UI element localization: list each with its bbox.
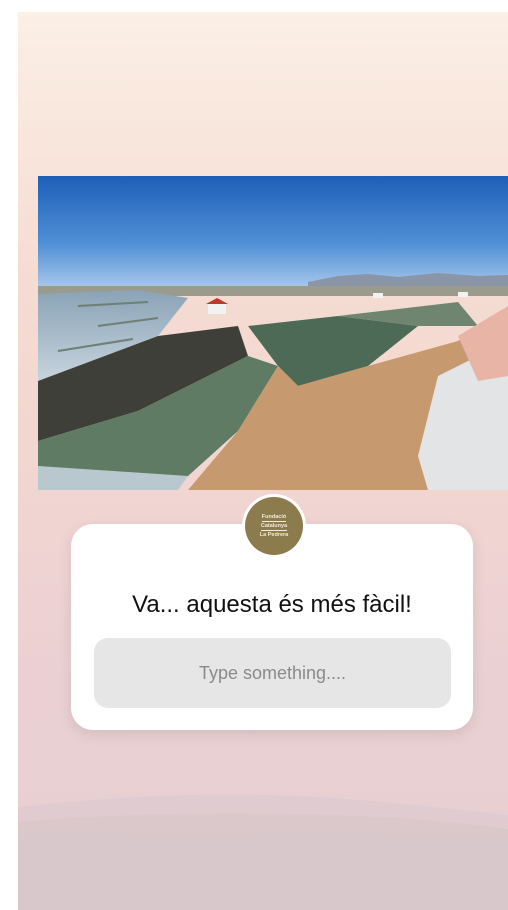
logo-line-3: La Pedrera <box>259 531 289 538</box>
fundacio-logo: Fundació Catalunya La Pedrera <box>245 497 303 555</box>
background-hill <box>18 794 508 910</box>
answer-input[interactable] <box>94 638 451 708</box>
question-text: Va... aquesta és més fàcil! <box>132 591 412 618</box>
brand-avatar: Fundació Catalunya La Pedrera <box>242 494 306 558</box>
salt-flats-photo <box>38 176 508 490</box>
logo-line-2: Catalunya <box>260 522 288 531</box>
logo-line-1: Fundació <box>261 513 287 522</box>
story-screen: Va... aquesta és més fàcil! Fundació Cat… <box>18 12 508 910</box>
